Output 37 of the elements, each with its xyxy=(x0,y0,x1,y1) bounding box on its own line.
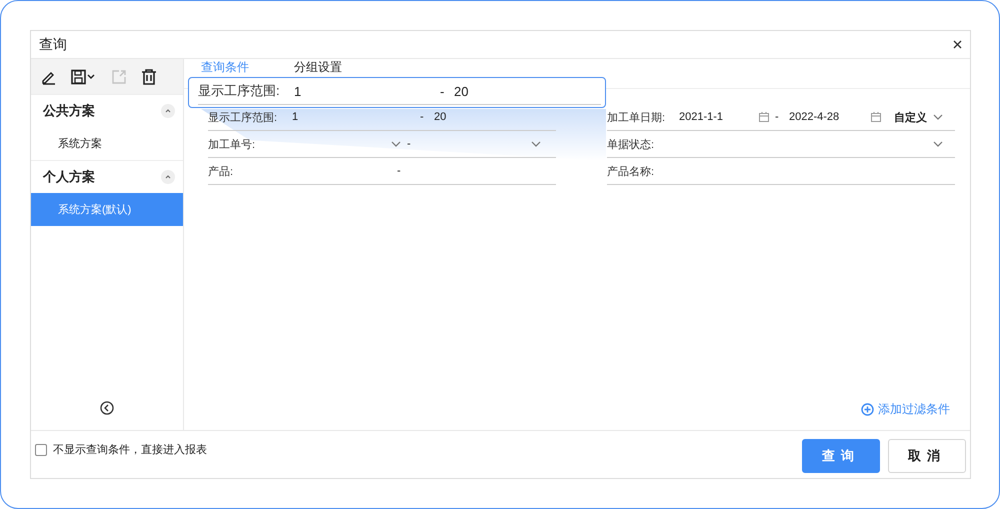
group-title: 个人方案 xyxy=(43,168,95,186)
date-value[interactable]: 2021-1-1 xyxy=(679,111,724,123)
chevron-icon[interactable] xyxy=(391,141,401,147)
field-label: 产品: xyxy=(208,164,234,178)
export-icon xyxy=(111,68,127,84)
collapse-button[interactable] xyxy=(161,170,175,184)
period-select[interactable]: 自定义 xyxy=(894,110,927,124)
chevron-up-icon xyxy=(165,175,171,179)
calendar-icon[interactable] xyxy=(871,112,881,122)
cancel-button[interactable]: 取消 xyxy=(888,439,966,473)
range-separator: - xyxy=(407,138,411,150)
toolbar-button[interactable] xyxy=(71,68,97,84)
plus-circle-icon xyxy=(861,403,874,416)
collapse-button[interactable] xyxy=(161,104,175,118)
checkbox[interactable] xyxy=(35,444,47,456)
group-title: 公共方案 xyxy=(43,102,95,120)
range-separator: - xyxy=(397,165,401,177)
scheme-item[interactable]: 系统方案 xyxy=(31,127,183,160)
checkbox-label: 不显示查询条件，直接进入报表 xyxy=(53,442,207,457)
calendar-icon[interactable] xyxy=(759,112,769,122)
close-icon[interactable] xyxy=(953,40,962,49)
chevron-icon[interactable] xyxy=(531,141,541,147)
field-label: 加工单日期: xyxy=(607,110,666,124)
toolbar-button[interactable] xyxy=(141,68,157,84)
trash-icon xyxy=(141,68,157,84)
save-icon xyxy=(71,68,97,84)
collapse-left-icon[interactable] xyxy=(100,400,114,414)
date-value[interactable]: 2022-4-28 xyxy=(789,111,840,123)
chevron-icon[interactable] xyxy=(933,141,943,147)
field-label: 加工单号: xyxy=(208,138,256,152)
chevron-up-icon xyxy=(165,109,171,113)
field-label: 产品名称: xyxy=(607,164,656,178)
range-field[interactable]: 显示工序范围: 1 - 20 xyxy=(198,78,601,105)
chevron-icon[interactable] xyxy=(933,114,943,120)
window-title: 查询 xyxy=(39,36,67,54)
range-separator: - xyxy=(775,111,780,123)
field-label: 单据状态: xyxy=(607,138,656,152)
